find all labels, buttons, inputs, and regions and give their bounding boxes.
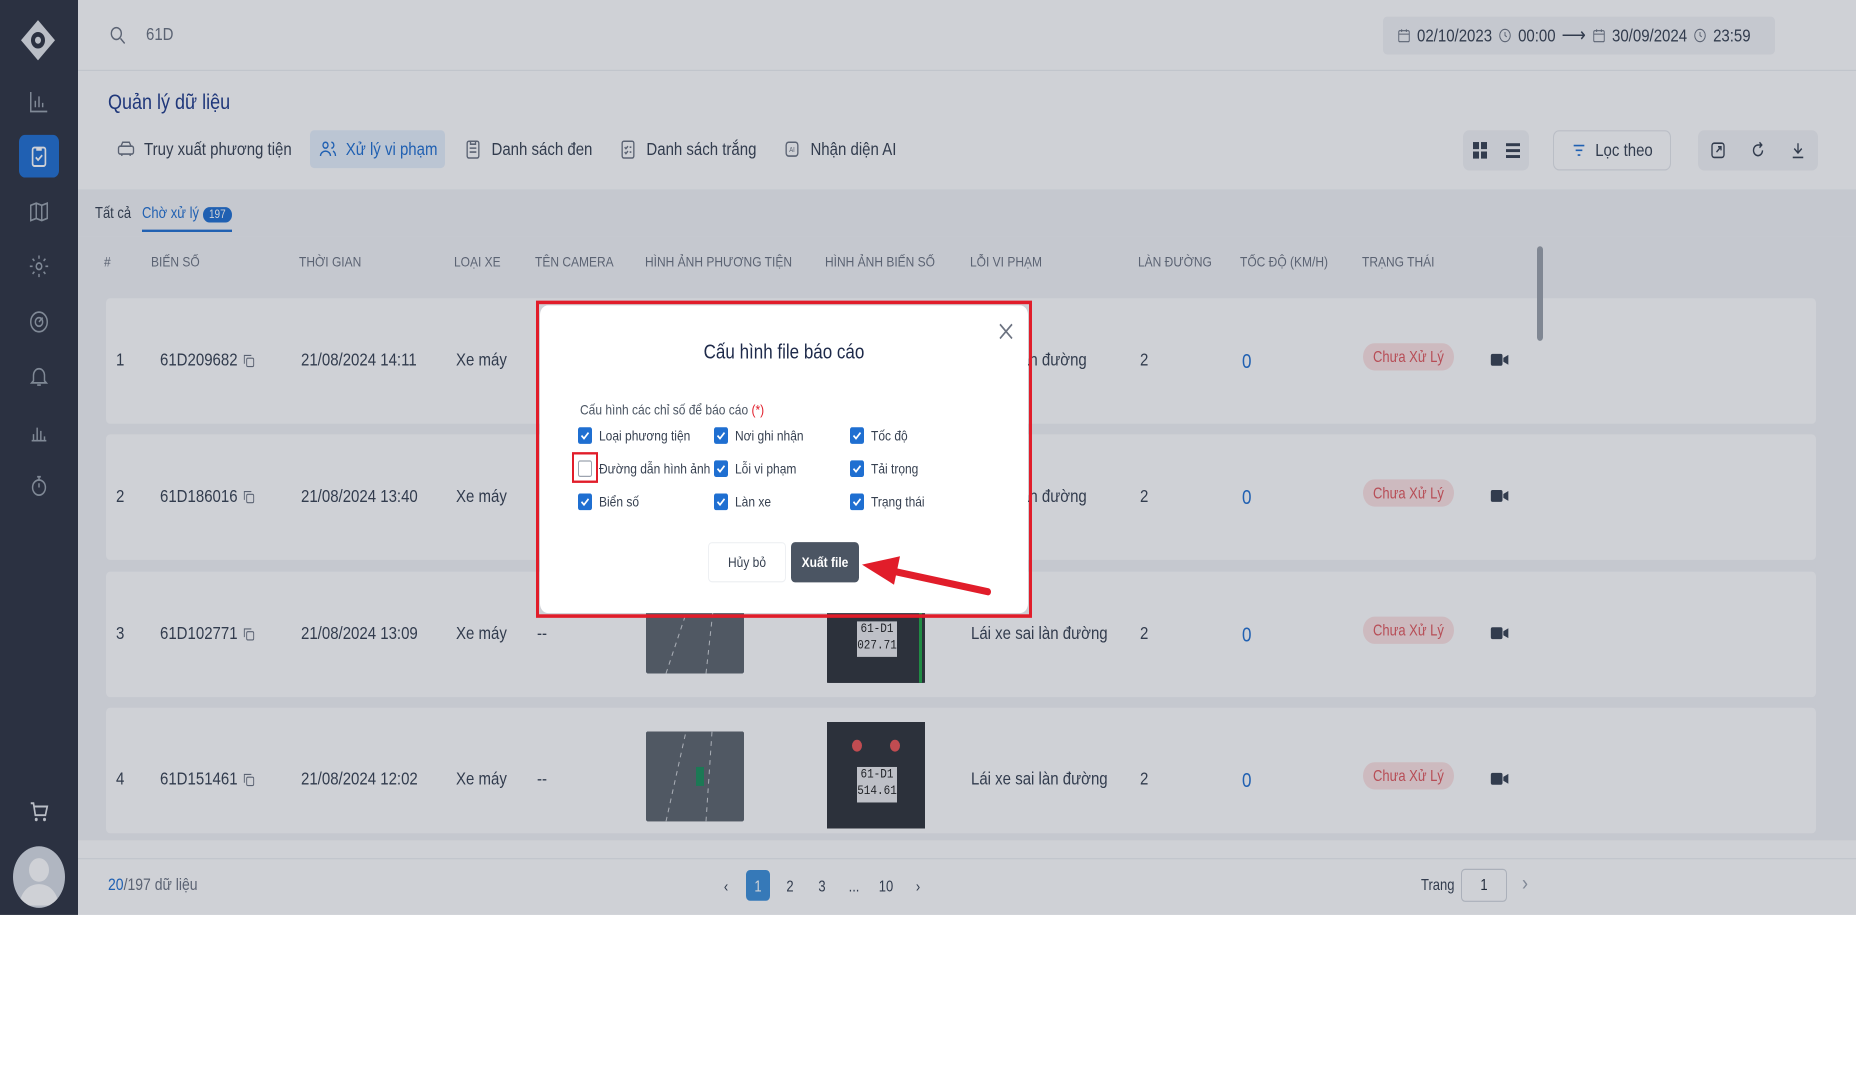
option-lane[interactable]: Làn xe <box>714 493 772 511</box>
option-label: Nơi ghi nhận <box>735 427 804 444</box>
subtitle-text: Cấu hình các chỉ số để báo cáo <box>580 401 749 418</box>
cancel-button[interactable]: Hủy bỏ <box>708 542 786 583</box>
option-label: Lỗi vi phạm <box>735 460 797 477</box>
option-status[interactable]: Trạng thái <box>850 493 925 511</box>
checkbox-checked[interactable] <box>714 493 728 511</box>
option-label: Làn xe <box>735 493 772 511</box>
option-violation[interactable]: Lỗi vi phạm <box>714 460 796 477</box>
option-speed[interactable]: Tốc độ <box>850 427 908 444</box>
option-label: Biển số <box>599 493 640 511</box>
checkbox-checked[interactable] <box>850 493 864 511</box>
checkbox-checked[interactable] <box>850 427 864 444</box>
option-vehicle-type[interactable]: Loại phương tiện <box>578 427 690 444</box>
checkbox-checked[interactable] <box>578 427 592 444</box>
export-file-button[interactable]: Xuất file <box>791 542 859 583</box>
option-label: Tốc độ <box>871 427 908 444</box>
checkbox-checked[interactable] <box>850 460 864 477</box>
option-load[interactable]: Tải trọng <box>850 460 918 477</box>
option-label: Tải trọng <box>871 460 919 477</box>
option-plate[interactable]: Biển số <box>578 493 640 511</box>
option-label: Loại phương tiện <box>599 427 691 444</box>
close-icon[interactable] <box>998 322 1014 341</box>
checkbox-checked[interactable] <box>714 427 728 444</box>
annotation-arrow-icon <box>862 556 991 596</box>
modal-title: Cấu hình file báo cáo <box>703 340 865 364</box>
required-marker: (*) <box>751 401 765 418</box>
checkbox-checked[interactable] <box>578 493 592 511</box>
option-label: Đường dẫn hình ảnh <box>599 460 711 477</box>
checkbox-highlight-box <box>572 452 598 483</box>
checkbox-checked[interactable] <box>714 460 728 477</box>
modal-subtitle: Cấu hình các chỉ số để báo cáo (*) <box>580 401 764 418</box>
option-label: Trạng thái <box>871 493 925 511</box>
option-record-location[interactable]: Nơi ghi nhận <box>714 427 804 444</box>
